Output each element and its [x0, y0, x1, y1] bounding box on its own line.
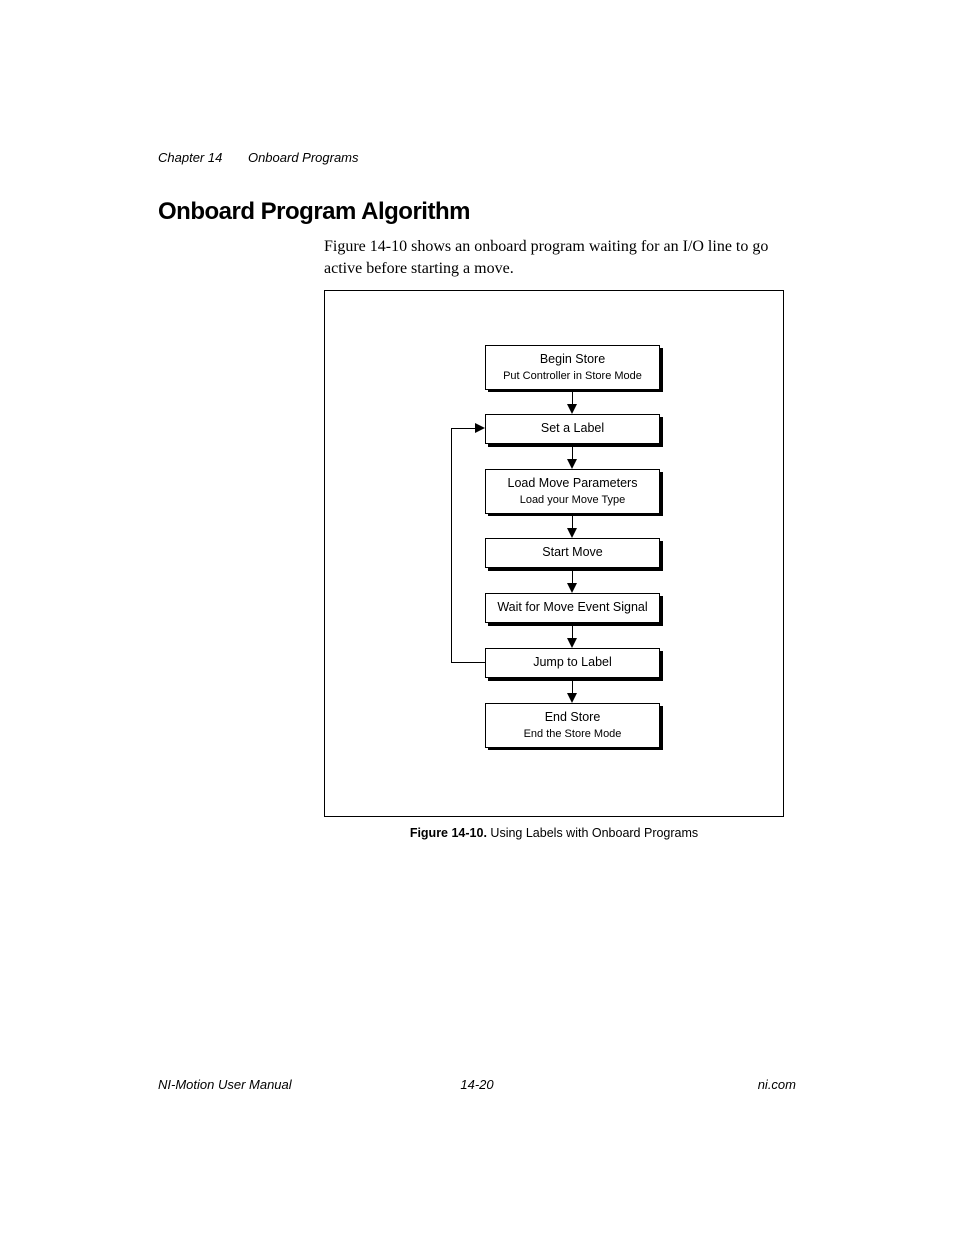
node-title: End Store [490, 710, 655, 726]
flow-node-load-params: Load Move Parameters Load your Move Type [485, 469, 660, 514]
node-title: Begin Store [490, 352, 655, 368]
arrow-right-icon [475, 423, 485, 433]
section-heading: Onboard Program Algorithm [158, 198, 470, 226]
caption-text: Using Labels with Onboard Programs [490, 826, 698, 840]
footer-page-number: 14-20 [0, 1077, 954, 1092]
footer-url: ni.com [758, 1077, 796, 1092]
node-title: Wait for Move Event Signal [490, 600, 655, 616]
flow-node-begin-store: Begin Store Put Controller in Store Mode [485, 345, 660, 390]
chapter-number: Chapter 14 [158, 150, 222, 165]
node-title: Set a Label [490, 421, 655, 437]
flow-node-wait-signal: Wait for Move Event Signal [485, 593, 660, 623]
chapter-title: Onboard Programs [248, 150, 359, 165]
flow-node-end-store: End Store End the Store Mode [485, 703, 660, 748]
flow-node-jump-label: Jump to Label [485, 648, 660, 678]
node-title: Start Move [490, 545, 655, 561]
loop-line [451, 428, 476, 429]
arrow-down-icon [567, 638, 577, 648]
figure-frame: Begin Store Put Controller in Store Mode… [324, 290, 784, 817]
arrow-down-icon [567, 528, 577, 538]
figure-caption: Figure 14-10. Using Labels with Onboard … [324, 826, 784, 840]
arrow-down-icon [567, 459, 577, 469]
loop-line [451, 662, 485, 663]
arrow-down-icon [567, 693, 577, 703]
node-title: Jump to Label [490, 655, 655, 671]
node-subtitle: Load your Move Type [490, 494, 655, 508]
flow-node-set-label: Set a Label [485, 414, 660, 444]
node-subtitle: End the Store Mode [490, 728, 655, 742]
loop-line [451, 428, 452, 663]
node-subtitle: Put Controller in Store Mode [490, 370, 655, 384]
caption-label: Figure 14-10. [410, 826, 487, 840]
node-title: Load Move Parameters [490, 476, 655, 492]
arrow-down-icon [567, 404, 577, 414]
flow-node-start-move: Start Move [485, 538, 660, 568]
arrow-down-icon [567, 583, 577, 593]
page-header: Chapter 14 Onboard Programs [158, 150, 359, 165]
flowchart: Begin Store Put Controller in Store Mode… [325, 291, 783, 816]
body-paragraph: Figure 14-10 shows an onboard program wa… [324, 236, 799, 281]
